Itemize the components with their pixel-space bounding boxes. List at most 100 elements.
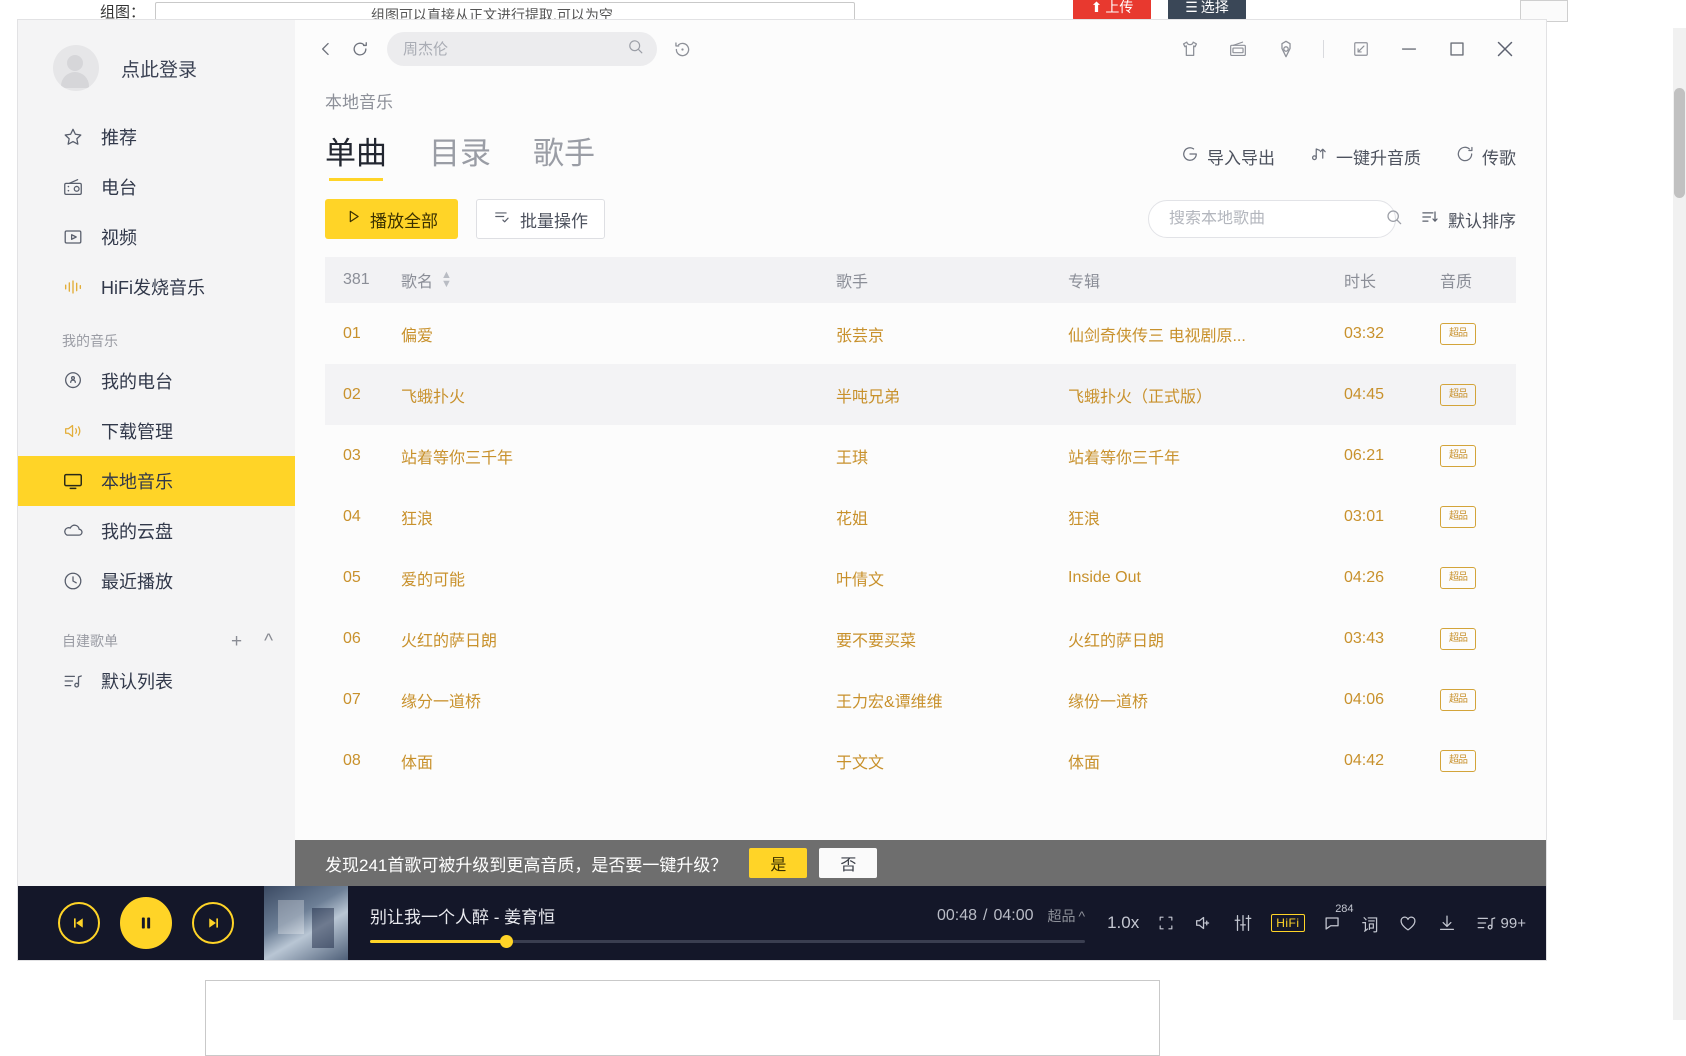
tab-folders[interactable]: 目录: [429, 128, 491, 181]
tab-singles[interactable]: 单曲: [325, 128, 387, 181]
row-quality[interactable]: 超品: [1440, 566, 1516, 589]
fm-radio-icon[interactable]: [1221, 32, 1255, 66]
quality-selector[interactable]: 超品 ^: [1048, 906, 1086, 926]
row-album[interactable]: 站着等你三千年: [1068, 444, 1344, 468]
tshirt-skin-icon[interactable]: [1173, 32, 1207, 66]
table-row[interactable]: 05 爱的可能 叶倩文 Inside Out 04:26 超品: [325, 547, 1516, 608]
sidebar-item-download-manager[interactable]: 下载管理: [18, 406, 295, 456]
table-row[interactable]: 03 站着等你三千年 王琪 站着等你三千年 06:21 超品: [325, 425, 1516, 486]
search-input[interactable]: [403, 40, 618, 58]
row-quality[interactable]: 超品: [1440, 505, 1516, 528]
row-quality[interactable]: 超品: [1440, 688, 1516, 711]
row-artist[interactable]: 张芸京: [836, 322, 1068, 346]
progress-bar[interactable]: [370, 935, 1086, 948]
playback-speed-button[interactable]: 1.0x: [1107, 913, 1139, 933]
download-icon[interactable]: [1436, 912, 1458, 934]
album-cover[interactable]: [264, 886, 348, 960]
sidebar-item-cloud-drive[interactable]: 我的云盘: [18, 506, 295, 556]
table-row[interactable]: 07 缘分一道桥 王力宏&谭维维 缘份一道桥 04:06 超品: [325, 669, 1516, 730]
row-song-name[interactable]: 飞蛾扑火: [401, 383, 836, 407]
row-quality[interactable]: 超品: [1440, 322, 1516, 345]
row-artist[interactable]: 要不要买菜: [836, 627, 1068, 651]
comment-icon[interactable]: 284: [1322, 903, 1354, 934]
volume-plus-icon[interactable]: [1193, 912, 1215, 934]
local-search-box[interactable]: [1148, 200, 1402, 238]
row-song-name[interactable]: 狂浪: [401, 505, 836, 529]
import-export-button[interactable]: 导入导出: [1180, 144, 1275, 169]
table-row[interactable]: 02 飞蛾扑火 半吨兄弟 飞蛾扑火（正式版） 04:45 超品: [325, 364, 1516, 425]
progress-knob[interactable]: [499, 935, 513, 948]
refresh-icon[interactable]: [343, 32, 377, 66]
minimize-icon[interactable]: [1392, 32, 1426, 66]
history-icon[interactable]: [665, 32, 699, 66]
transfer-songs-button[interactable]: 传歌: [1455, 144, 1516, 169]
row-song-name[interactable]: 缘分一道桥: [401, 688, 836, 712]
add-playlist-icon[interactable]: +: [231, 632, 242, 651]
sort-toggle-icon[interactable]: ▲ ▼: [441, 270, 452, 290]
hifi-badge-icon[interactable]: HiFi: [1271, 914, 1305, 932]
row-quality[interactable]: 超品: [1440, 383, 1516, 406]
sidebar-item-local-music[interactable]: 本地音乐: [18, 456, 295, 506]
play-pause-button[interactable]: [120, 897, 172, 949]
batch-operations-button[interactable]: 批量操作: [476, 199, 605, 239]
scrollbar-thumb[interactable]: [1674, 88, 1685, 198]
background-select-button[interactable]: ☰ 选择: [1168, 0, 1246, 20]
next-track-button[interactable]: [192, 902, 234, 944]
background-scrollbar[interactable]: [1673, 28, 1686, 1020]
maximize-icon[interactable]: [1440, 32, 1474, 66]
table-row[interactable]: 01 偏爱 张芸京 仙剑奇侠传三 电视剧原... 03:32 超品: [325, 303, 1516, 364]
play-all-button[interactable]: 播放全部: [325, 199, 458, 239]
sidebar-item-hifi[interactable]: HiFi发烧音乐: [18, 262, 295, 312]
table-row[interactable]: 08 体面 于文文 体面 04:42 超品: [325, 730, 1516, 791]
favorite-heart-icon[interactable]: [1397, 912, 1419, 934]
login-row[interactable]: 点此登录: [18, 38, 295, 98]
search-icon[interactable]: [1384, 207, 1404, 232]
search-icon[interactable]: [626, 37, 645, 61]
close-icon[interactable]: [1488, 32, 1522, 66]
row-album[interactable]: 体面: [1068, 749, 1344, 773]
sidebar-item-my-radio[interactable]: 我的电台: [18, 356, 295, 406]
row-quality[interactable]: 超品: [1440, 444, 1516, 467]
row-artist[interactable]: 王琪: [836, 444, 1068, 468]
gear-settings-icon[interactable]: [1269, 32, 1303, 66]
toast-yes-button[interactable]: 是: [749, 848, 808, 878]
row-artist[interactable]: 叶倩文: [836, 566, 1068, 590]
sort-button[interactable]: 默认排序: [1420, 207, 1516, 232]
mini-mode-icon[interactable]: [1344, 32, 1378, 66]
row-artist[interactable]: 王力宏&谭维维: [836, 688, 1068, 712]
row-song-name[interactable]: 火红的萨日朗: [401, 627, 836, 651]
row-song-name[interactable]: 体面: [401, 749, 836, 773]
row-quality[interactable]: 超品: [1440, 749, 1516, 772]
table-row[interactable]: 06 火红的萨日朗 要不要买菜 火红的萨日朗 03:43 超品: [325, 608, 1516, 669]
row-album[interactable]: 飞蛾扑火（正式版）: [1068, 383, 1344, 407]
row-album[interactable]: 缘份一道桥: [1068, 688, 1344, 712]
row-quality[interactable]: 超品: [1440, 627, 1516, 650]
row-song-name[interactable]: 爱的可能: [401, 566, 836, 590]
chevron-left-icon[interactable]: [309, 32, 343, 66]
upgrade-quality-button[interactable]: 一键升音质: [1309, 144, 1421, 169]
background-upload-button[interactable]: ⬆ 上传: [1073, 0, 1151, 20]
table-row[interactable]: 04 狂浪 花姐 狂浪 03:01 超品: [325, 486, 1516, 547]
row-artist[interactable]: 于文文: [836, 749, 1068, 773]
header-name[interactable]: 歌名 ▲ ▼: [401, 268, 836, 292]
sidebar-item-radio[interactable]: 电台: [18, 162, 295, 212]
row-album[interactable]: Inside Out: [1068, 569, 1344, 587]
sidebar-item-default-playlist[interactable]: 默认列表: [18, 656, 295, 706]
crop-lyric-icon[interactable]: [1156, 913, 1176, 933]
tab-artists[interactable]: 歌手: [533, 128, 595, 181]
now-playing-title[interactable]: 别让我一个人醉 - 姜育恒: [370, 903, 555, 928]
row-artist[interactable]: 花姐: [836, 505, 1068, 529]
previous-track-button[interactable]: [58, 902, 100, 944]
global-search-box[interactable]: [387, 32, 657, 66]
sidebar-item-video[interactable]: 视频: [18, 212, 295, 262]
lyrics-word-icon[interactable]: 词: [1361, 910, 1380, 937]
row-artist[interactable]: 半吨兄弟: [836, 383, 1068, 407]
row-album[interactable]: 狂浪: [1068, 505, 1344, 529]
avatar[interactable]: [53, 45, 99, 91]
row-album[interactable]: 仙剑奇侠传三 电视剧原...: [1068, 322, 1344, 346]
sidebar-item-recently-played[interactable]: 最近播放: [18, 556, 295, 606]
toast-no-button[interactable]: 否: [819, 848, 878, 878]
equalizer-sliders-icon[interactable]: [1232, 912, 1254, 934]
chevron-up-icon[interactable]: ^: [264, 632, 273, 651]
sidebar-item-recommend[interactable]: 推荐: [18, 112, 295, 162]
